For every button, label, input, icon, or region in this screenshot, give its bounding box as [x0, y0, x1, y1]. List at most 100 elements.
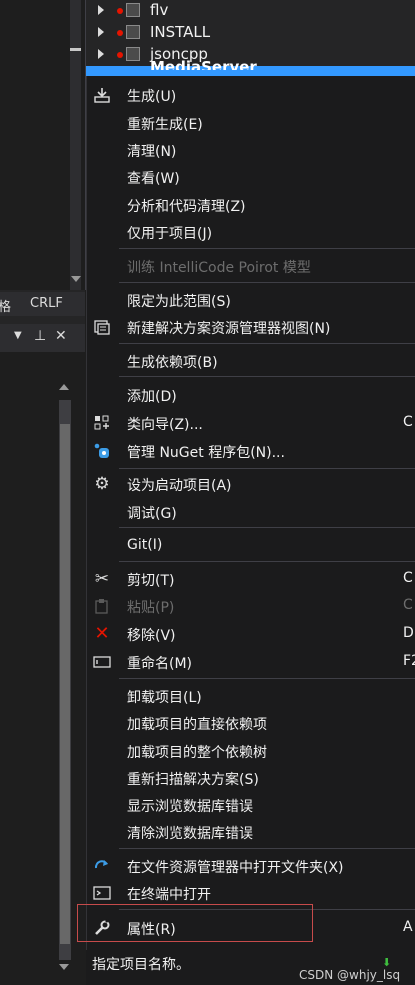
menu-item-label: 清理(N)	[127, 144, 177, 160]
menu-item-new-view[interactable]: 新建解决方案资源管理器视图(N)	[87, 314, 415, 340]
close-icon[interactable]: ✕	[55, 328, 67, 344]
rename-icon	[93, 653, 111, 671]
menu-item-label: 重新扫描解决方案(S)	[127, 772, 259, 788]
menu-item-label: 新建解决方案资源管理器视图(N)	[127, 321, 331, 337]
menu-item-add[interactable]: 添加(D)	[87, 382, 415, 408]
error-dot-icon	[117, 52, 123, 58]
tree-item-label: MediaServer	[150, 60, 257, 70]
tool-window-body	[0, 352, 85, 985]
menu-item-show-browse-errors[interactable]: 显示浏览数据库错误	[87, 792, 415, 818]
left-docked-area: 格 CRLF ▼ ⊥ ✕	[0, 0, 86, 985]
menu-item-paste: 粘贴(P) C	[87, 593, 415, 619]
menu-item-label: 在终端中打开	[127, 887, 211, 903]
download-arrow-icon: ⬇	[382, 956, 392, 969]
menu-item-label: 分析和代码清理(Z)	[127, 199, 246, 215]
menu-item-open-in-terminal[interactable]: 在终端中打开	[87, 880, 415, 906]
expand-chevron-icon[interactable]	[98, 27, 104, 37]
scrollbar-thumb[interactable]	[70, 48, 81, 51]
menu-item-label: 设为启动项目(A)	[127, 478, 232, 494]
context-menu: 生成(U) 重新生成(E) 清理(N) 查看(W) 分析和代码清理(Z) 仅用于…	[86, 76, 415, 950]
menu-item-clear-browse-errors[interactable]: 清除浏览数据库错误	[87, 819, 415, 845]
menu-item-clean[interactable]: 清理(N)	[87, 137, 415, 163]
menu-item-view[interactable]: 查看(W)	[87, 164, 415, 190]
project-icon	[126, 47, 140, 61]
editor-region	[0, 0, 86, 290]
menu-item-scope[interactable]: 限定为此范围(S)	[87, 287, 415, 313]
menu-item-cut[interactable]: ✂ 剪切(T) C	[87, 566, 415, 592]
menu-item-label: 生成(U)	[127, 89, 177, 105]
menu-item-rescan-solution[interactable]: 重新扫描解决方案(S)	[87, 765, 415, 791]
menu-item-shortcut: C	[403, 414, 413, 430]
menu-item-label: 加载项目的直接依赖项	[127, 717, 267, 733]
menu-item-label: 类向导(Z)...	[127, 417, 203, 433]
menu-item-label: 清除浏览数据库错误	[127, 826, 253, 842]
nuget-icon	[93, 442, 111, 460]
menu-item-debug[interactable]: 调试(G)	[87, 499, 415, 525]
error-dot-icon	[117, 8, 123, 14]
menu-item-label: Git(I)	[127, 537, 163, 553]
menu-item-label: 移除(V)	[127, 628, 176, 644]
line-ending-indicator[interactable]: CRLF	[30, 296, 63, 311]
menu-item-remove[interactable]: ✕ 移除(V) D	[87, 621, 415, 647]
status-fragment: 格	[0, 300, 12, 315]
project-icon	[126, 25, 140, 39]
menu-item-shortcut: C	[403, 597, 413, 613]
menu-separator	[119, 343, 415, 344]
menu-item-load-dep-tree[interactable]: 加载项目的整个依赖树	[87, 738, 415, 764]
watermark: CSDN @whjy_lsq	[299, 968, 401, 982]
dropdown-icon[interactable]: ▼	[14, 330, 22, 341]
class-wizard-icon	[93, 414, 111, 432]
editor-vertical-scrollbar[interactable]	[70, 0, 81, 290]
menu-separator	[119, 282, 415, 283]
menu-item-shortcut: D	[403, 625, 414, 641]
cut-icon: ✂	[94, 569, 110, 589]
menu-item-label: 调试(G)	[127, 506, 177, 522]
menu-item-label: 添加(D)	[127, 389, 177, 405]
menu-item-label: 生成依赖项(B)	[127, 355, 218, 371]
scroll-down-arrow-icon[interactable]	[71, 276, 81, 282]
tree-item-selected[interactable]: MediaServer	[86, 60, 415, 76]
menu-item-unload-project[interactable]: 卸载项目(L)	[87, 683, 415, 709]
editor-status-strip: 格 CRLF	[0, 292, 85, 316]
menu-item-label: 粘贴(P)	[127, 600, 175, 616]
menu-item-train-intellicode: 训练 IntelliCode Poirot 模型	[87, 253, 415, 279]
menu-item-git[interactable]: Git(I)	[87, 533, 415, 559]
tool-window-header: ▼ ⊥ ✕	[0, 324, 85, 352]
menu-item-label: 卸载项目(L)	[127, 690, 202, 706]
menu-item-load-direct-deps[interactable]: 加载项目的直接依赖项	[87, 710, 415, 736]
menu-item-build[interactable]: 生成(U)	[87, 82, 415, 108]
scroll-up-arrow-icon[interactable]	[59, 384, 69, 390]
menu-item-shortcut: F2	[403, 653, 415, 669]
menu-item-project-only[interactable]: 仅用于项目(J)	[87, 219, 415, 245]
menu-item-label: 仅用于项目(J)	[127, 226, 213, 242]
menu-item-shortcut: A	[403, 919, 413, 935]
menu-item-label: 加载项目的整个依赖树	[127, 745, 267, 761]
menu-item-rebuild[interactable]: 重新生成(E)	[87, 110, 415, 136]
menu-item-label: 训练 IntelliCode Poirot 模型	[127, 260, 311, 276]
menu-item-rename[interactable]: 重命名(M) F2	[87, 649, 415, 675]
menu-item-nuget[interactable]: 管理 NuGet 程序包(N)...	[87, 438, 415, 464]
new-view-icon	[93, 318, 111, 336]
pin-icon[interactable]: ⊥	[34, 328, 46, 344]
menu-item-set-startup[interactable]: ⚙ 设为启动项目(A)	[87, 471, 415, 497]
menu-item-open-in-explorer[interactable]: 在文件资源管理器中打开文件夹(X)	[87, 853, 415, 879]
tree-item[interactable]: INSTALL	[86, 22, 415, 44]
expand-chevron-icon[interactable]	[98, 49, 104, 59]
scrollbar-thumb[interactable]	[60, 424, 70, 944]
menu-separator	[119, 376, 415, 377]
menu-item-analyze[interactable]: 分析和代码清理(Z)	[87, 192, 415, 218]
menu-item-label: 管理 NuGet 程序包(N)...	[127, 445, 285, 461]
menu-item-class-wizard[interactable]: 类向导(Z)... C	[87, 410, 415, 436]
gear-icon: ⚙	[94, 474, 110, 494]
menu-separator	[119, 561, 415, 562]
expand-chevron-icon[interactable]	[98, 5, 104, 15]
menu-item-build-dependencies[interactable]: 生成依赖项(B)	[87, 348, 415, 374]
tree-item[interactable]: flv	[86, 0, 415, 22]
open-folder-icon	[93, 857, 111, 875]
tool-window-scrollbar[interactable]	[59, 400, 71, 960]
terminal-icon	[93, 884, 111, 902]
scroll-down-arrow-icon[interactable]	[59, 964, 69, 970]
menu-separator	[119, 527, 415, 528]
project-icon	[126, 3, 140, 17]
menu-item-label: 重命名(M)	[127, 656, 193, 672]
